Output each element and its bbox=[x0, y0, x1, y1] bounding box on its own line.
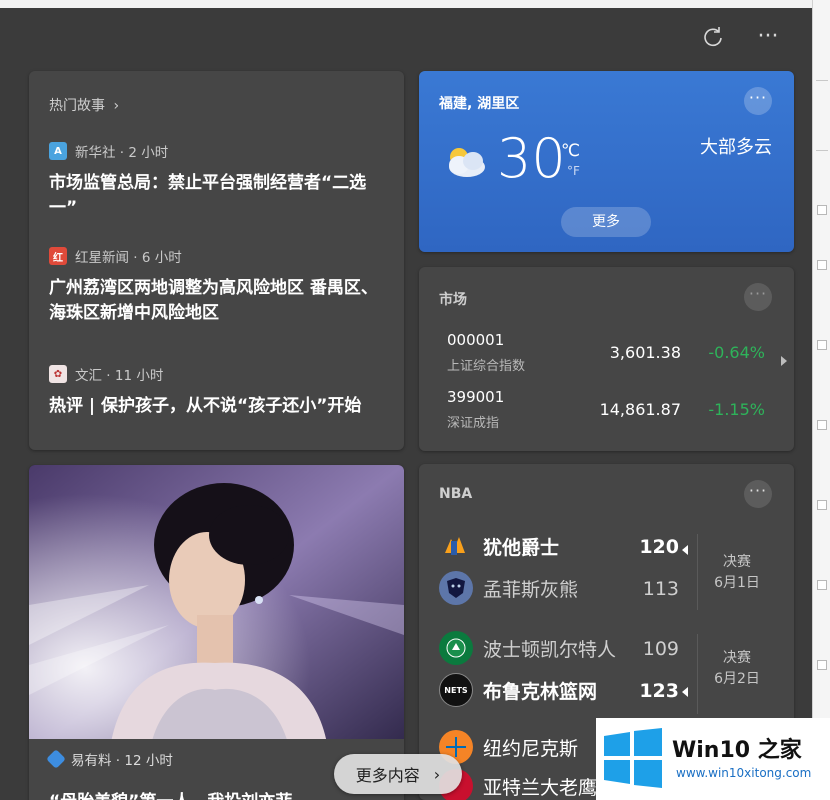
hongxing-logo-icon: 红 bbox=[49, 247, 67, 265]
nba-title: NBA bbox=[439, 486, 473, 502]
grizzlies-logo-icon bbox=[439, 571, 473, 605]
story-source: 易有料 · 12 小时 bbox=[71, 753, 173, 769]
weather-more-button[interactable]: 更多 bbox=[561, 207, 651, 237]
watermark: Win10 之家 www.win10xitong.com bbox=[596, 718, 830, 800]
watermark-url: www.win10xitong.com bbox=[676, 766, 812, 780]
photo-story-card[interactable]: 易有料 · 12 小时 “母胎美貌”第一人，我投刘亦菲 bbox=[29, 465, 404, 800]
checkbox-icon bbox=[817, 340, 827, 350]
news-widget-panel: ··· 热门故事 › A 新华社 · 2 小时 市场监管总局：禁止平台强制经营者… bbox=[0, 8, 812, 800]
index-change: -1.15% bbox=[708, 400, 765, 419]
team-score: 109 bbox=[642, 638, 679, 660]
index-value: 14,861.87 bbox=[599, 400, 681, 419]
index-code: 000001 bbox=[447, 331, 505, 349]
checkbox-icon bbox=[817, 580, 827, 590]
story-item[interactable]: A 新华社 · 2 小时 市场监管总局：禁止平台强制经营者“二选一” bbox=[49, 141, 389, 221]
checkbox-icon bbox=[817, 660, 827, 670]
more-content-button[interactable]: 更多内容 › bbox=[334, 754, 462, 794]
checkbox-icon bbox=[817, 420, 827, 430]
team-name: 布鲁克林篮网 bbox=[483, 680, 598, 703]
team-name: 亚特兰大老鹰 bbox=[483, 776, 598, 799]
yiyouliao-logo-icon bbox=[46, 749, 66, 769]
team-score: 113 bbox=[642, 578, 679, 600]
nba-more-options-button[interactable]: ··· bbox=[744, 480, 772, 508]
divider bbox=[816, 80, 828, 81]
top-stories-title: 热门故事 bbox=[49, 98, 105, 114]
weather-temperature: 30 bbox=[497, 127, 566, 190]
game-info[interactable]: 决赛 6月1日 bbox=[697, 552, 777, 594]
game-info[interactable]: 决赛 6月2日 bbox=[697, 648, 777, 690]
market-next-arrow-icon[interactable] bbox=[781, 356, 787, 366]
market-more-options-button[interactable]: ··· bbox=[744, 283, 772, 311]
story-headline[interactable]: 广州荔湾区两地调整为高风险地区 番禺区、海珠区新增中风险地区 bbox=[49, 276, 389, 326]
weather-condition: 大部多云 bbox=[700, 137, 772, 158]
chevron-right-icon: › bbox=[433, 764, 441, 784]
celtics-logo-icon bbox=[439, 631, 473, 665]
chevron-right-icon: › bbox=[113, 98, 120, 114]
weather-location: 福建, 湖里区 bbox=[439, 96, 520, 112]
refresh-icon[interactable] bbox=[702, 26, 724, 53]
top-stories-card: 热门故事 › A 新华社 · 2 小时 市场监管总局：禁止平台强制经营者“二选一… bbox=[29, 71, 404, 450]
winner-indicator-icon bbox=[682, 545, 688, 555]
checkbox-icon bbox=[817, 205, 827, 215]
market-row[interactable]: 000001 上证综合指数 3,601.38 -0.64% bbox=[447, 331, 777, 377]
game-stage: 决赛 bbox=[723, 554, 751, 570]
browser-top-strip bbox=[0, 0, 830, 8]
story-item[interactable]: ✿ 文汇 · 11 小时 热评 | 保护孩子，从不说“孩子还小”开始 bbox=[49, 364, 389, 419]
index-value: 3,601.38 bbox=[609, 343, 681, 362]
partly-cloudy-icon bbox=[439, 141, 489, 185]
jazz-logo-icon bbox=[439, 529, 473, 563]
team-score: 120 bbox=[639, 536, 679, 558]
index-name: 深证成指 bbox=[447, 416, 500, 431]
windows-logo-icon bbox=[602, 728, 664, 792]
story-headline[interactable]: 热评 | 保护孩子，从不说“孩子还小”开始 bbox=[49, 394, 389, 419]
team-name: 孟菲斯灰熊 bbox=[483, 578, 579, 601]
team-name: 波士顿凯尔特人 bbox=[483, 638, 617, 661]
index-name: 上证综合指数 bbox=[447, 359, 526, 374]
market-card: 市场 ··· 000001 上证综合指数 3,601.38 -0.64% 399… bbox=[419, 267, 794, 451]
market-row[interactable]: 399001 深证成指 14,861.87 -1.15% bbox=[447, 388, 777, 434]
index-code: 399001 bbox=[447, 388, 505, 406]
more-options-button[interactable]: ··· bbox=[756, 26, 780, 48]
game-date: 6月2日 bbox=[714, 671, 760, 687]
game-date: 6月1日 bbox=[714, 575, 760, 591]
index-change: -0.64% bbox=[708, 343, 765, 362]
story-item[interactable]: 红 红星新闻 · 6 小时 广州荔湾区两地调整为高风险地区 番禺区、海珠区新增中… bbox=[49, 246, 389, 326]
story-source: 红星新闻 · 6 小时 bbox=[75, 250, 182, 266]
team-score: 123 bbox=[639, 680, 679, 702]
nets-logo-icon: NETS bbox=[439, 673, 473, 707]
weather-more-options-button[interactable]: ··· bbox=[744, 87, 772, 115]
xinhua-logo-icon: A bbox=[49, 142, 67, 160]
market-title: 市场 bbox=[439, 292, 467, 308]
more-content-label: 更多内容 bbox=[355, 766, 420, 785]
fahrenheit-unit-toggle[interactable]: °F bbox=[567, 164, 580, 178]
story-headline[interactable]: “母胎美貌”第一人，我投刘亦菲 bbox=[49, 787, 292, 800]
top-stories-header[interactable]: 热门故事 › bbox=[49, 95, 119, 115]
divider bbox=[816, 150, 828, 151]
story-source: 文汇 · 11 小时 bbox=[75, 368, 164, 384]
story-headline[interactable]: 市场监管总局：禁止平台强制经营者“二选一” bbox=[49, 171, 389, 221]
checkbox-icon bbox=[817, 260, 827, 270]
team-name: 犹他爵士 bbox=[483, 536, 560, 559]
checkbox-icon bbox=[817, 500, 827, 510]
story-source: 新华社 · 2 小时 bbox=[75, 145, 169, 161]
celsius-unit-toggle[interactable]: ℃ bbox=[561, 141, 580, 161]
background-window-edge bbox=[812, 0, 830, 800]
winner-indicator-icon bbox=[682, 687, 688, 697]
weather-card[interactable]: 福建, 湖里区 ··· 30 ℃ °F 大部多云 更多 bbox=[419, 71, 794, 252]
game-stage: 决赛 bbox=[723, 650, 751, 666]
watermark-brand: Win10 之家 bbox=[672, 738, 802, 763]
team-name: 纽约尼克斯 bbox=[483, 737, 579, 760]
wenhui-logo-icon: ✿ bbox=[49, 365, 67, 383]
